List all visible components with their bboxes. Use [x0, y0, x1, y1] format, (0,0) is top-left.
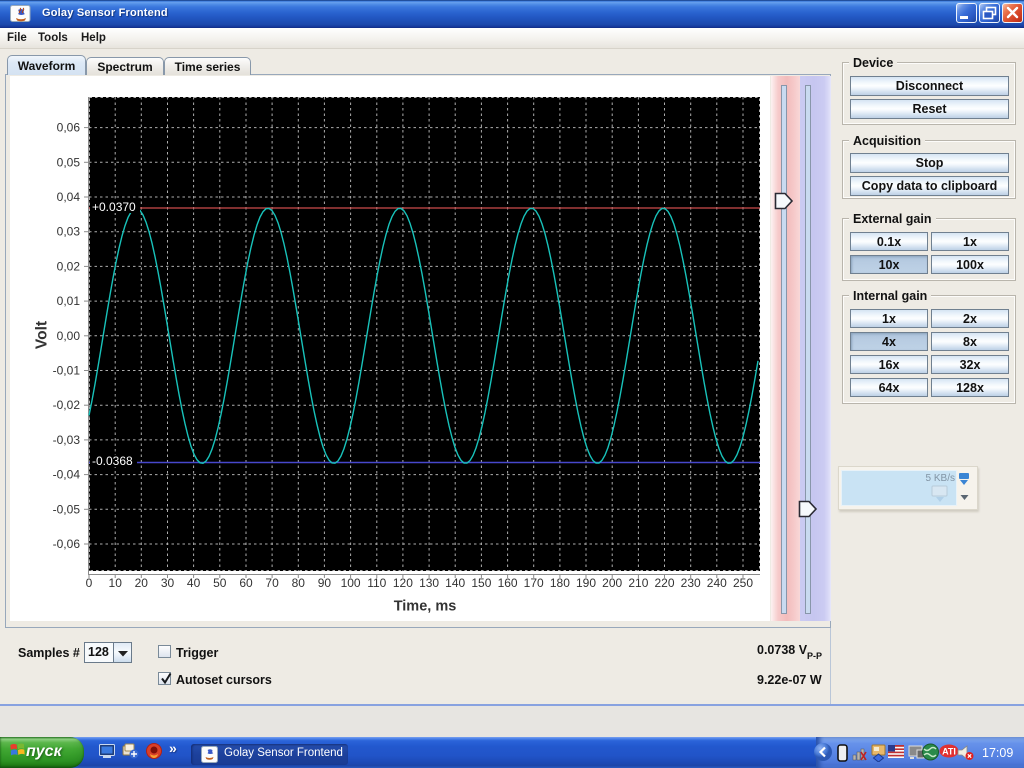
svg-text:130: 130 [419, 576, 439, 590]
svg-text:0,04: 0,04 [57, 190, 81, 204]
svg-text:-0,04: -0,04 [53, 468, 81, 482]
svg-text:60: 60 [239, 576, 253, 590]
svg-text:30: 30 [161, 576, 175, 590]
svg-text:180: 180 [550, 576, 570, 590]
svg-text:0,06: 0,06 [57, 121, 81, 135]
svg-text:110: 110 [367, 576, 386, 590]
svg-text:80: 80 [292, 576, 306, 590]
svg-text:200: 200 [602, 576, 622, 590]
svg-text:40: 40 [187, 576, 201, 590]
svg-text:220: 220 [654, 576, 674, 590]
svg-text:230: 230 [681, 576, 701, 590]
svg-text:0,00: 0,00 [57, 329, 81, 343]
svg-text:100: 100 [341, 576, 361, 590]
svg-text:0,05: 0,05 [57, 155, 81, 169]
svg-text:Time, ms: Time, ms [394, 599, 457, 615]
svg-text:-0.0368: -0.0368 [92, 454, 133, 468]
svg-text:140: 140 [445, 576, 465, 590]
svg-text:250: 250 [733, 576, 753, 590]
svg-text:150: 150 [471, 576, 491, 590]
svg-text:+0.0370: +0.0370 [92, 200, 136, 214]
svg-text:90: 90 [318, 576, 332, 590]
svg-text:Volt: Volt [34, 321, 51, 349]
svg-text:240: 240 [707, 576, 727, 590]
svg-text:-0,05: -0,05 [53, 502, 81, 516]
svg-text:170: 170 [524, 576, 544, 590]
svg-text:20: 20 [135, 576, 149, 590]
svg-text:0,03: 0,03 [57, 225, 81, 239]
svg-text:50: 50 [213, 576, 227, 590]
svg-text:0: 0 [86, 576, 93, 590]
svg-text:0,01: 0,01 [57, 294, 81, 308]
svg-text:-0,03: -0,03 [53, 433, 81, 447]
svg-text:-0,01: -0,01 [53, 364, 81, 378]
svg-text:190: 190 [576, 576, 596, 590]
svg-text:-0,06: -0,06 [53, 537, 81, 551]
svg-text:70: 70 [265, 576, 279, 590]
svg-text:10: 10 [109, 576, 123, 590]
svg-text:0,02: 0,02 [57, 259, 81, 273]
svg-text:210: 210 [628, 576, 648, 590]
svg-text:-0,02: -0,02 [53, 398, 81, 412]
svg-text:120: 120 [393, 576, 413, 590]
svg-text:ATI: ATI [942, 747, 956, 757]
svg-text:160: 160 [498, 576, 518, 590]
